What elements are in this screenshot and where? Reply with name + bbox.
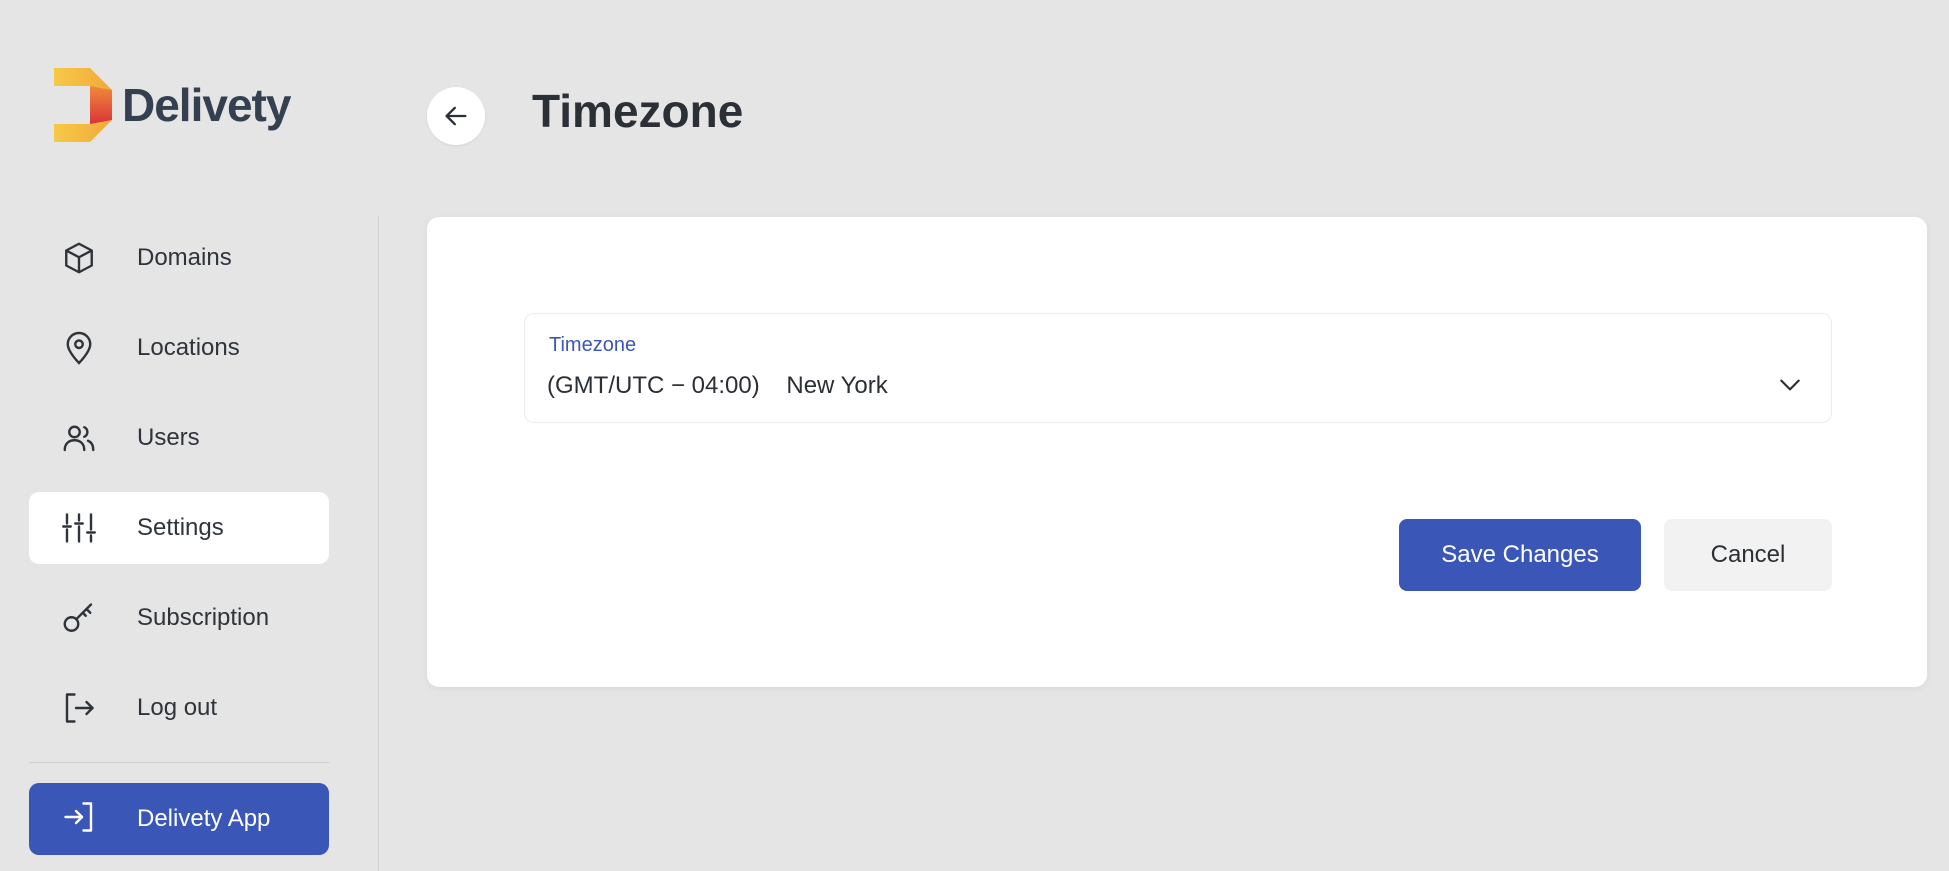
users-icon xyxy=(61,420,97,456)
sidebar-separator xyxy=(378,216,379,871)
sidebar-item-settings[interactable]: Settings xyxy=(29,492,329,564)
key-icon xyxy=(61,600,97,636)
delivety-logo-icon xyxy=(54,68,112,142)
timezone-selected-value: (GMT/UTC − 04:00) New York xyxy=(547,372,888,399)
arrow-left-icon xyxy=(445,106,467,126)
sidebar: Domains Locations Users Settings Subscri… xyxy=(29,222,329,855)
chevron-down-icon xyxy=(1780,379,1800,391)
brand-logo[interactable]: Delivety xyxy=(54,68,291,142)
cancel-button[interactable]: Cancel xyxy=(1664,519,1832,591)
sidebar-item-label: Settings xyxy=(137,514,224,541)
sidebar-item-label: Users xyxy=(137,424,200,451)
app-root: Delivety Domains Locations Users Setting… xyxy=(0,0,1949,871)
page-title: Timezone xyxy=(532,85,744,137)
sliders-icon xyxy=(61,510,97,546)
sidebar-item-label: Domains xyxy=(137,244,232,271)
sidebar-item-label: Log out xyxy=(137,694,218,721)
delivety-app-label: Delivety App xyxy=(137,805,271,832)
cube-icon xyxy=(61,240,97,276)
sidebar-item-users[interactable]: Users xyxy=(29,402,329,474)
sidebar-item-logout[interactable]: Log out xyxy=(29,672,329,744)
brand-name: Delivety xyxy=(122,79,291,131)
back-button[interactable] xyxy=(427,87,485,145)
sidebar-item-label: Locations xyxy=(137,334,240,361)
delivety-app-button[interactable]: Delivety App xyxy=(29,783,329,855)
map-pin-icon xyxy=(61,330,97,366)
sidebar-divider xyxy=(29,762,329,763)
sidebar-item-locations[interactable]: Locations xyxy=(29,312,329,384)
login-icon xyxy=(61,799,97,840)
save-changes-button[interactable]: Save Changes xyxy=(1399,519,1641,591)
sidebar-item-domains[interactable]: Domains xyxy=(29,222,329,294)
logout-icon xyxy=(61,690,97,726)
timezone-field-label: Timezone xyxy=(549,334,637,356)
timezone-select[interactable]: Timezone (GMT/UTC − 04:00) New York xyxy=(524,313,1832,423)
sidebar-item-label: Subscription xyxy=(137,604,270,631)
timezone-card: Timezone (GMT/UTC − 04:00) New York Save… xyxy=(427,217,1927,687)
sidebar-item-subscription[interactable]: Subscription xyxy=(29,582,329,654)
